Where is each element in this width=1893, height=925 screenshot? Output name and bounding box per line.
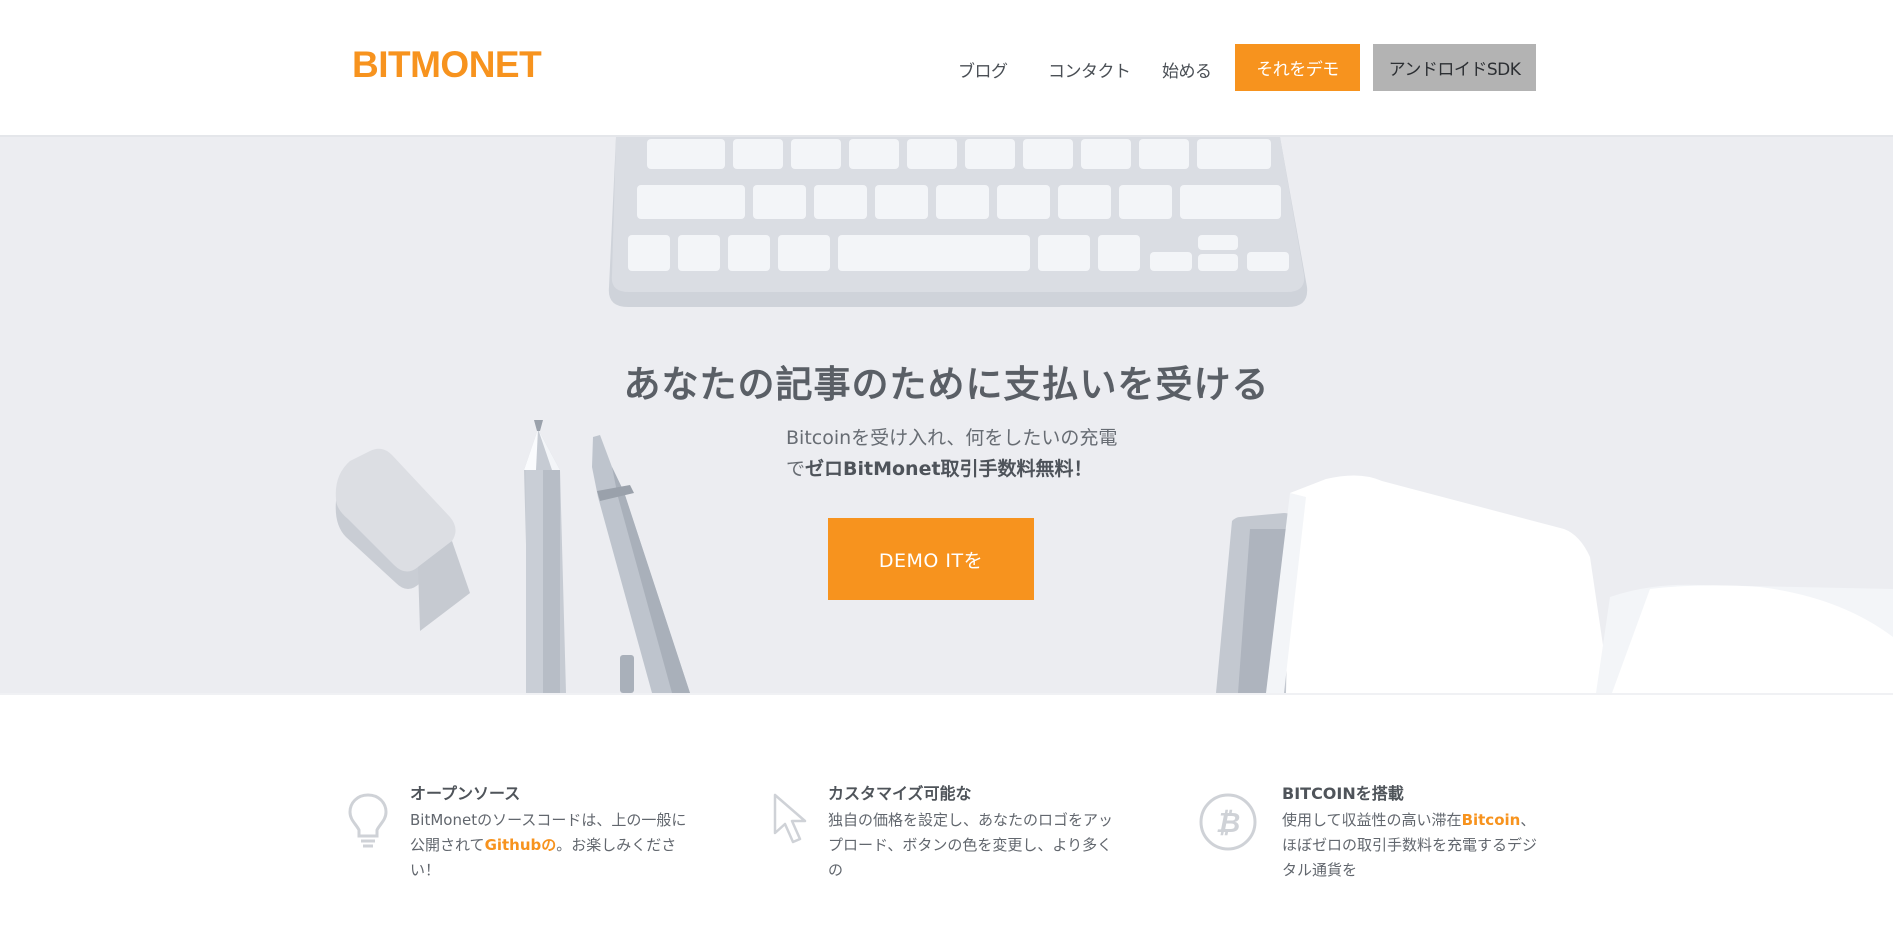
eraser-illustration (335, 448, 470, 631)
feature-title: オープンソース (410, 784, 521, 803)
hero-subtitle-line1: Bitcoinを受け入れ、何をしたいの充電 (786, 427, 1118, 449)
logo[interactable]: BITMONET (352, 44, 542, 86)
demo-it-button[interactable]: DEMO ITを (828, 518, 1034, 600)
feature-description: 使用して収益性の高い滞在Bitcoin、ほぼゼロの取引手数料を充電するデジタル通… (1282, 808, 1542, 883)
bitcoin-link[interactable]: Bitcoin (1462, 811, 1521, 829)
nav-contact-link[interactable]: コンタクト (1048, 57, 1131, 82)
lightbulb-icon (348, 793, 388, 848)
keyboard-illustration (608, 137, 1308, 307)
bitcoin-icon: ₿ (1199, 793, 1257, 851)
hero-title: あなたの記事のために支払いを受ける (623, 363, 1270, 406)
hero-divider (0, 693, 1893, 695)
feature-text: 使用して収益性の高い滞在 (1282, 811, 1462, 829)
desk-illustration (335, 137, 1893, 693)
hero-subtitle-prefix: で (786, 458, 806, 480)
hero-subtitle-line2: でゼロBitMonet取引手数料無料！ (786, 454, 1166, 485)
feature-description: 独自の価格を設定し、あなたのロゴをアップロード、ボタンの色を変更し、より多くの (828, 811, 1114, 879)
notebook-illustration (1216, 475, 1893, 693)
svg-text:₿: ₿ (1216, 806, 1241, 839)
pen-illustration (592, 435, 690, 693)
pencil-illustration (524, 420, 566, 693)
cursor-icon (773, 793, 807, 844)
nav-start-link[interactable]: 始める (1162, 57, 1212, 82)
github-link[interactable]: Githubの (485, 836, 557, 854)
nav-demo-button[interactable]: それをデモ (1235, 44, 1360, 91)
nav-android-sdk-button[interactable]: アンドロイドSDK (1373, 44, 1536, 91)
feature-title: カスタマイズ可能な (828, 784, 972, 803)
site-header: BITMONET ブログ コンタクト 始める それをデモ アンドロイドSDK (0, 0, 1893, 137)
feature-description: BitMonetのソースコードは、上の一般に公開されてGithubの。お楽しみく… (410, 808, 690, 883)
hero-subtitle: Bitcoinを受け入れ、何をしたいの充電 でゼロBitMonet取引手数料無料… (786, 423, 1166, 485)
feature-title: BITCOINを搭載 (1282, 784, 1404, 803)
hero-section: あなたの記事のために支払いを受ける Bitcoinを受け入れ、何をしたいの充電 … (0, 137, 1893, 693)
nav-blog-link[interactable]: ブログ (958, 57, 1008, 82)
hero-subtitle-highlight: ゼロBitMonet取引手数料無料！ (805, 458, 1093, 480)
